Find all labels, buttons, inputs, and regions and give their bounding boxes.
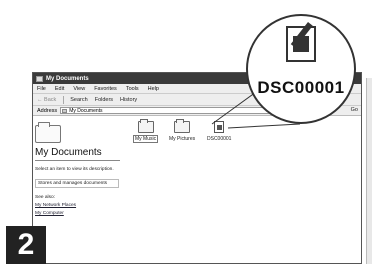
step-number: 2 <box>6 226 46 264</box>
zoom-callout: DSC00001 <box>246 14 356 124</box>
page: My Documents File Edit View Favorites To… <box>0 0 372 268</box>
callout-label: DSC00001 <box>257 78 345 97</box>
